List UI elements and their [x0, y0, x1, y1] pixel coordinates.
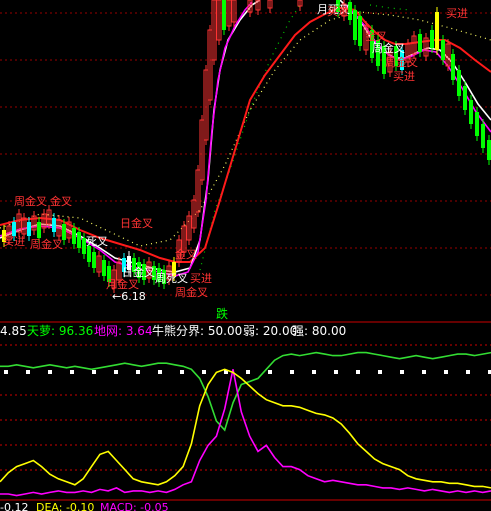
candle — [353, 10, 357, 40]
annotation-label: 死叉 — [86, 235, 108, 248]
candle — [358, 16, 362, 46]
midline-dot — [180, 370, 184, 374]
candle — [435, 12, 439, 50]
candle — [487, 140, 491, 160]
midline-dot — [26, 370, 30, 374]
candle — [37, 222, 41, 238]
candle — [72, 228, 76, 244]
indicator-legend: 4.85 天萝: 96.36 地网: 3.64 牛熊分界: 50.00 弱: 2… — [0, 323, 346, 338]
midline-dot — [444, 370, 448, 374]
candle — [441, 40, 445, 60]
annotation-label: 日金叉 — [122, 265, 155, 279]
legend-item: 4.85 — [0, 324, 27, 338]
annotation-label: 周金叉 — [372, 41, 405, 55]
midline-dot — [136, 370, 140, 374]
chart-background — [0, 0, 491, 511]
midline-dot — [400, 370, 404, 374]
candle — [222, 0, 226, 30]
annotation-label: 周金叉 — [175, 285, 208, 299]
annotation-label: 周死叉 — [155, 272, 188, 285]
midline-dot — [4, 370, 8, 374]
candle — [481, 124, 485, 148]
candle — [52, 218, 56, 232]
midline-dot — [312, 370, 316, 374]
candle — [77, 232, 81, 248]
legend-item: 弱: 20.00 — [243, 324, 297, 338]
candle — [475, 112, 479, 136]
legend-item: 强: 80.00 — [292, 324, 346, 338]
candle — [92, 252, 96, 268]
candle — [463, 86, 467, 110]
macd-legend: -0.12 DEA: -0.10 MACD: -0.05 — [0, 501, 169, 511]
legend-item: 地网: 3.64 — [94, 324, 153, 338]
candle — [457, 70, 461, 96]
candle — [102, 260, 106, 276]
chart-svg: 周金叉 金叉 买进 周金叉 死叉 日金叉 日金叉 月金叉 ←6.18 周死叉 金… — [0, 0, 491, 511]
annotation-label: 买进 — [446, 7, 468, 20]
candle — [451, 54, 455, 80]
macd-legend-item: DEA: -0.10 — [36, 501, 94, 511]
midline-dot — [378, 370, 382, 374]
annotation-label: 周金叉 — [14, 194, 47, 208]
legend-item: 天萝: 96.36 — [27, 324, 93, 338]
candle — [469, 100, 473, 124]
midline-dot — [334, 370, 338, 374]
annotation-label: ←6.18 — [112, 290, 146, 303]
annotation-label: 周金叉 — [385, 55, 418, 69]
midline-dot — [290, 370, 294, 374]
annotation-label: 买进 — [393, 70, 415, 83]
midline-dot — [158, 370, 162, 374]
midline-dot — [466, 370, 470, 374]
annotation-label: 金叉 — [365, 29, 387, 43]
midline-dot — [202, 370, 206, 374]
midline-dot — [92, 370, 96, 374]
macd-legend-item: MACD: -0.05 — [100, 501, 169, 511]
candle — [12, 222, 16, 236]
legend-item: 牛熊分界: 50.00 — [152, 323, 242, 338]
annotation-label: 金叉 — [50, 194, 72, 208]
candle — [27, 222, 31, 236]
annotation-label: 周金叉 — [30, 237, 63, 251]
midline-dot — [114, 370, 118, 374]
midline-dot — [422, 370, 426, 374]
annotation-label: 买进 — [190, 272, 212, 285]
annotation-label: 月金叉 — [106, 277, 139, 291]
annotation-label: 金叉 — [175, 247, 197, 261]
macd-legend-item: -0.12 — [0, 501, 28, 511]
annotation-label: 买进 — [3, 235, 25, 248]
annotation-label: 日金叉 — [120, 216, 153, 230]
midline-dot — [246, 370, 250, 374]
candle — [418, 34, 422, 52]
midline-dot — [356, 370, 360, 374]
midline-dot — [48, 370, 52, 374]
midline-dot — [268, 370, 272, 374]
candle — [87, 246, 91, 262]
midline-dot — [70, 370, 74, 374]
candle — [430, 30, 434, 48]
center-label: 跌 — [216, 306, 228, 321]
annotation-label: 买进 — [327, 5, 349, 18]
